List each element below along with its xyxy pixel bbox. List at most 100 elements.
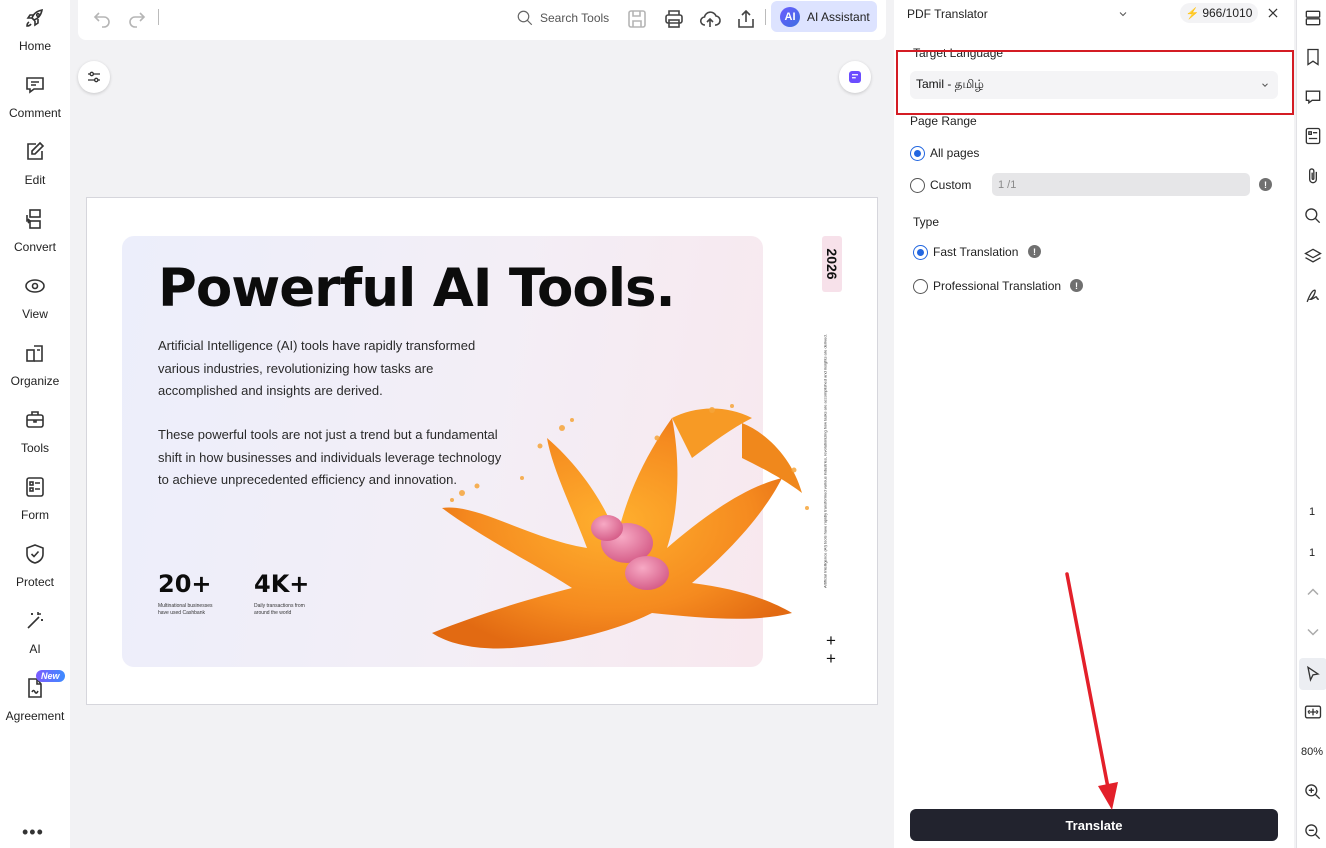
convert-icon — [26, 209, 41, 229]
search-icon[interactable] — [1303, 206, 1323, 226]
nav-organize-label: Organize — [10, 374, 60, 388]
chevron-down-icon — [1119, 12, 1127, 17]
search-tools[interactable]: Search Tools — [516, 8, 609, 28]
zoom-in-icon[interactable] — [1303, 782, 1323, 802]
custom-radio[interactable] — [910, 178, 925, 193]
edit-icon — [27, 141, 45, 160]
coral-illustration — [432, 404, 809, 649]
side-note-text: Artificial Intelligence (AI) tools have … — [822, 334, 828, 588]
attachment-icon[interactable] — [1303, 166, 1323, 186]
nav-edit-label: Edit — [24, 173, 46, 187]
nav-agreement[interactable]: New Agreement — [0, 670, 70, 736]
bookmark-icon[interactable] — [1303, 47, 1323, 67]
right-rail: 1 1 80% — [1296, 0, 1326, 848]
stat-caption: Daily transactions from around the world — [254, 603, 305, 616]
year-label: 2026 — [824, 248, 840, 280]
stat-caption: Multinational businesses have used Cashb… — [158, 603, 213, 616]
eye-icon — [25, 279, 45, 293]
nav-home-label: Home — [18, 39, 51, 53]
nav-protect-label: Protect — [15, 575, 54, 589]
page-range-label: Page Range — [910, 114, 977, 128]
ai-assistant-label: AI Assistant — [807, 9, 870, 24]
cloud-upload-icon[interactable] — [698, 7, 722, 31]
stat-value: 4K+ — [254, 570, 310, 598]
nav-convert[interactable]: Convert — [0, 207, 70, 267]
stat-value: 20+ — [158, 570, 212, 598]
panel-title: PDF Translator — [907, 7, 988, 21]
sliders-icon — [88, 71, 100, 83]
chevron-down-icon[interactable] — [1303, 622, 1323, 642]
rocket-icon — [26, 9, 43, 27]
total-pages: 1 — [1308, 547, 1316, 559]
new-badge: New — [36, 670, 65, 682]
nav-organize[interactable]: Organize — [0, 341, 70, 401]
nav-ai[interactable]: AI — [0, 609, 70, 669]
professional-translation-radio[interactable] — [913, 279, 928, 294]
zoom-level[interactable]: 80% — [1297, 746, 1326, 758]
annotation-highlight-box — [896, 50, 1294, 115]
share-icon[interactable] — [734, 7, 758, 31]
ai-assistant-button[interactable]: AI AI Assistant — [771, 1, 877, 32]
save-icon[interactable] — [625, 7, 649, 31]
display-settings-button[interactable] — [78, 61, 110, 93]
nav-view-label: View — [22, 307, 48, 321]
nav-comment[interactable]: Comment — [0, 73, 70, 133]
more-menu-icon[interactable]: ••• — [22, 822, 44, 843]
ai-badge-icon: AI — [780, 6, 800, 27]
nav-agreement-label: Agreement — [5, 709, 65, 723]
credits-badge: ⚡ 966/1010 — [1180, 3, 1258, 23]
nav-home[interactable]: Home — [0, 6, 70, 66]
thumbnails-icon[interactable] — [1303, 8, 1323, 28]
layers-icon[interactable] — [1303, 246, 1323, 266]
zoom-out-icon[interactable] — [1303, 822, 1323, 842]
magic-wand-icon — [27, 612, 43, 629]
search-tools-label: Search Tools — [540, 11, 610, 25]
signature-icon[interactable] — [1303, 286, 1323, 306]
form-fields-icon[interactable] — [1303, 126, 1323, 146]
lightning-icon: ⚡ — [1185, 7, 1200, 20]
undo-icon[interactable] — [90, 7, 114, 31]
top-toolbar: Search Tools AI AI Assistant — [78, 0, 886, 40]
year-tag: 2026 — [822, 236, 842, 292]
professional-translation-label[interactable]: Professional Translation — [933, 279, 1061, 293]
info-icon[interactable]: ! — [1259, 178, 1272, 191]
nav-form[interactable]: Form — [0, 475, 70, 535]
toolbar-divider — [158, 9, 159, 25]
nav-comment-label: Comment — [8, 106, 61, 120]
left-sidebar: Home Comment Edit Convert View Organize … — [0, 0, 70, 848]
redo-icon[interactable] — [125, 7, 149, 31]
fast-translation-radio[interactable] — [913, 245, 928, 260]
current-page[interactable]: 1 — [1297, 506, 1326, 518]
type-label: Type — [913, 215, 940, 229]
document-title: Powerful AI Tools. — [158, 258, 676, 319]
custom-range-input[interactable]: 1 /1 — [992, 173, 1250, 196]
info-icon[interactable]: ! — [1028, 245, 1041, 258]
fit-page-icon[interactable] — [1303, 702, 1323, 722]
print-icon[interactable] — [662, 7, 686, 31]
close-icon[interactable] — [1266, 6, 1280, 20]
comment-icon[interactable] — [1303, 87, 1323, 107]
toolbar-divider — [765, 9, 766, 25]
fast-translation-label[interactable]: Fast Translation — [933, 245, 1018, 259]
credits-value: 966/1010 — [1202, 6, 1253, 20]
chevron-up-icon[interactable] — [1303, 582, 1323, 602]
ai-chat-icon — [849, 71, 861, 83]
nav-edit[interactable]: Edit — [0, 140, 70, 200]
ai-sidebar-button[interactable] — [839, 61, 871, 93]
plus-mark: + — [826, 649, 836, 668]
custom-label[interactable]: Custom — [930, 178, 971, 192]
search-icon — [517, 10, 533, 26]
annotation-arrow — [1065, 572, 1118, 810]
nav-view[interactable]: View — [0, 274, 70, 334]
info-icon[interactable]: ! — [1070, 279, 1083, 292]
cursor-icon[interactable] — [1303, 664, 1323, 684]
shield-icon — [26, 544, 44, 564]
panel-title-dropdown[interactable]: PDF Translator — [895, 3, 1139, 25]
all-pages-label[interactable]: All pages — [930, 146, 979, 160]
nav-tools[interactable]: Tools — [0, 408, 70, 468]
document-paragraph: Artificial Intelligence (AI) tools have … — [158, 338, 476, 398]
plus-mark: + — [826, 631, 836, 650]
translate-button[interactable]: Translate — [910, 809, 1278, 841]
all-pages-radio[interactable] — [910, 146, 925, 161]
nav-protect[interactable]: Protect — [0, 542, 70, 602]
